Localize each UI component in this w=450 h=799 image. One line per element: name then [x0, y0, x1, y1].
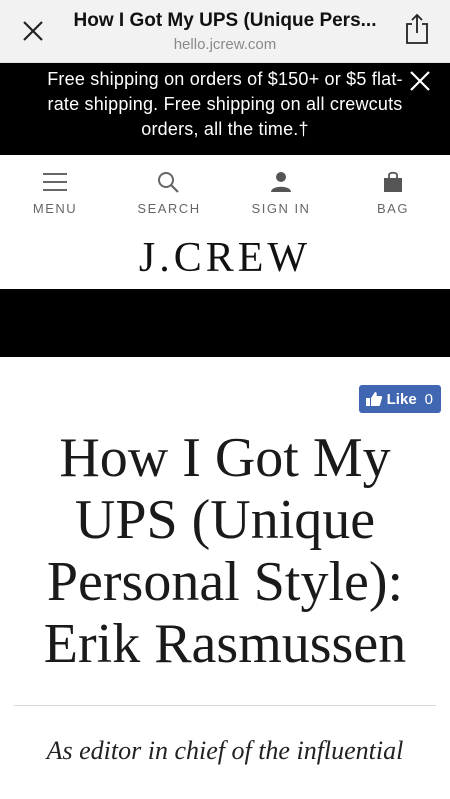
- page-url[interactable]: hello.jcrew.com: [62, 36, 388, 53]
- black-banner: [0, 289, 450, 357]
- menu-button[interactable]: MENU: [10, 171, 100, 216]
- divider: [14, 705, 436, 706]
- close-icon[interactable]: [18, 16, 48, 46]
- like-area: Like 0: [0, 357, 450, 415]
- jcrew-logo[interactable]: J.CREW: [0, 227, 450, 289]
- bag-icon: [384, 171, 402, 192]
- user-icon: [271, 172, 291, 192]
- sign-in-button[interactable]: SIGN IN: [236, 171, 326, 216]
- article-headline: How I Got My UPS (Unique Personal Style)…: [43, 427, 407, 675]
- menu-label: MENU: [32, 201, 78, 216]
- share-icon[interactable]: [402, 12, 432, 46]
- facebook-like-button[interactable]: Like 0: [358, 385, 441, 413]
- thumbs-up-icon: [365, 392, 382, 406]
- browser-toolbar: How I Got My UPS (Unique Pers... hello.j…: [0, 0, 450, 63]
- search-icon: [158, 172, 179, 193]
- promo-banner: Free shipping on orders of $150+ or $5 f…: [0, 63, 450, 155]
- search-label: SEARCH: [137, 201, 201, 216]
- like-count: 0: [424, 390, 433, 408]
- menu-icon: [43, 173, 67, 191]
- close-promo-icon[interactable]: [408, 69, 432, 93]
- site-nav: MENU SEARCH SIGN IN BAG: [0, 155, 450, 227]
- page-title: How I Got My UPS (Unique Pers...: [73, 10, 377, 31]
- promo-text: Free shipping on orders of $150+ or $5 f…: [47, 69, 403, 139]
- article-dek: As editor in chief of the influential: [46, 736, 404, 765]
- search-button[interactable]: SEARCH: [124, 171, 214, 216]
- bag-label: BAG: [377, 201, 409, 216]
- like-label: Like: [386, 390, 417, 408]
- sign-in-label: SIGN IN: [251, 201, 311, 216]
- bag-button[interactable]: BAG: [348, 171, 438, 216]
